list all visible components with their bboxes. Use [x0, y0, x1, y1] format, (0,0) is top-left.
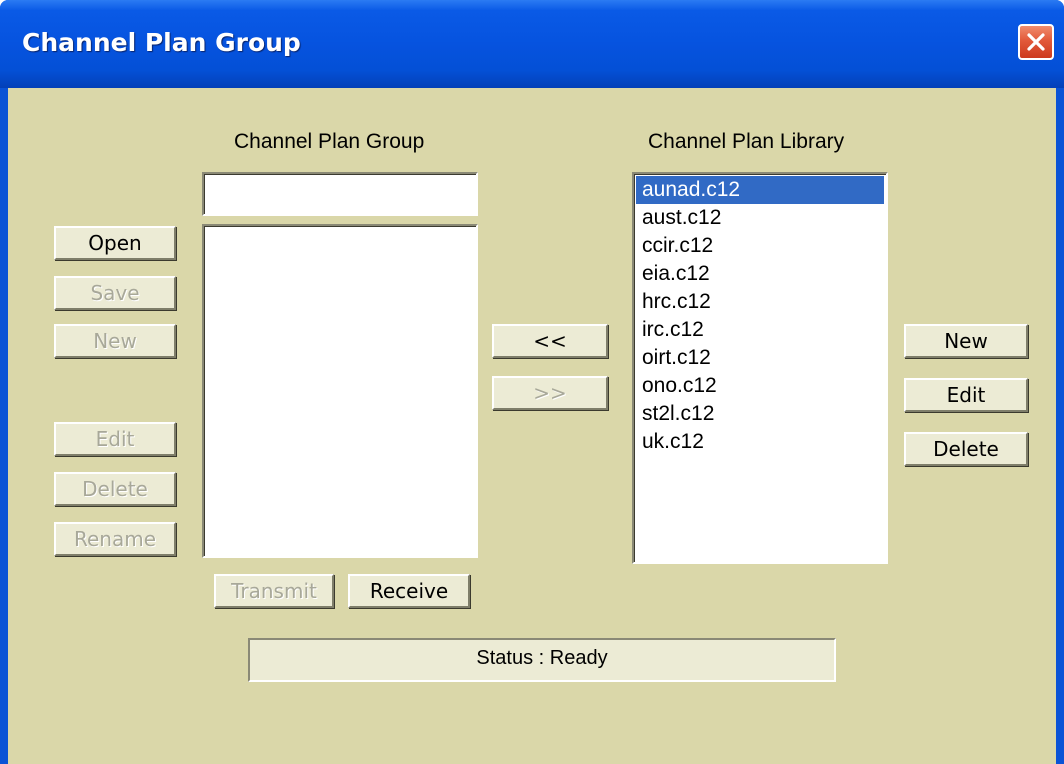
new-group-button[interactable]: New [54, 324, 176, 358]
title-bar[interactable]: Channel Plan Group [0, 0, 1064, 88]
library-list-item[interactable]: uk.c12 [636, 428, 884, 456]
group-heading: Channel Plan Group [234, 130, 425, 153]
add-to-group-button[interactable]: << [492, 324, 608, 358]
library-list-item[interactable]: hrc.c12 [636, 288, 884, 316]
library-list-item[interactable]: oirt.c12 [636, 344, 884, 372]
save-button[interactable]: Save [54, 276, 176, 310]
edit-plan-button[interactable]: Edit [904, 378, 1028, 412]
edit-group-button[interactable]: Edit [54, 422, 176, 456]
library-list-item[interactable]: st2l.c12 [636, 400, 884, 428]
library-list-item[interactable]: ccir.c12 [636, 232, 884, 260]
delete-group-button[interactable]: Delete [54, 472, 176, 506]
library-heading: Channel Plan Library [648, 130, 845, 153]
rename-group-button[interactable]: Rename [54, 522, 176, 556]
library-channel-list[interactable]: aunad.c12 aust.c12 ccir.c12 eia.c12 hrc.c12 i… [632, 172, 888, 564]
close-button[interactable] [1018, 24, 1054, 60]
new-plan-button[interactable]: New [904, 324, 1028, 358]
window-title: Channel Plan Group [22, 28, 301, 57]
delete-plan-button[interactable]: Delete [904, 432, 1028, 466]
library-list-item[interactable]: aunad.c12 [636, 176, 884, 204]
receive-button[interactable]: Receive [348, 574, 470, 608]
library-list-item[interactable]: ono.c12 [636, 372, 884, 400]
open-button[interactable]: Open [54, 226, 176, 260]
library-list-item[interactable]: aust.c12 [636, 204, 884, 232]
status-bar: Status : Ready [248, 638, 836, 682]
channel-plan-group-window: Channel Plan Group Channel Plan Group Op… [0, 0, 1064, 764]
transmit-button[interactable]: Transmit [214, 574, 334, 608]
remove-from-group-button[interactable]: >> [492, 376, 608, 410]
close-icon [1027, 33, 1045, 51]
library-list-item[interactable]: irc.c12 [636, 316, 884, 344]
group-name-input[interactable] [202, 172, 478, 216]
dialog-body: Channel Plan Group Open Save New Edit De… [8, 88, 1056, 764]
group-channel-list[interactable] [202, 224, 478, 558]
library-list-item[interactable]: eia.c12 [636, 260, 884, 288]
